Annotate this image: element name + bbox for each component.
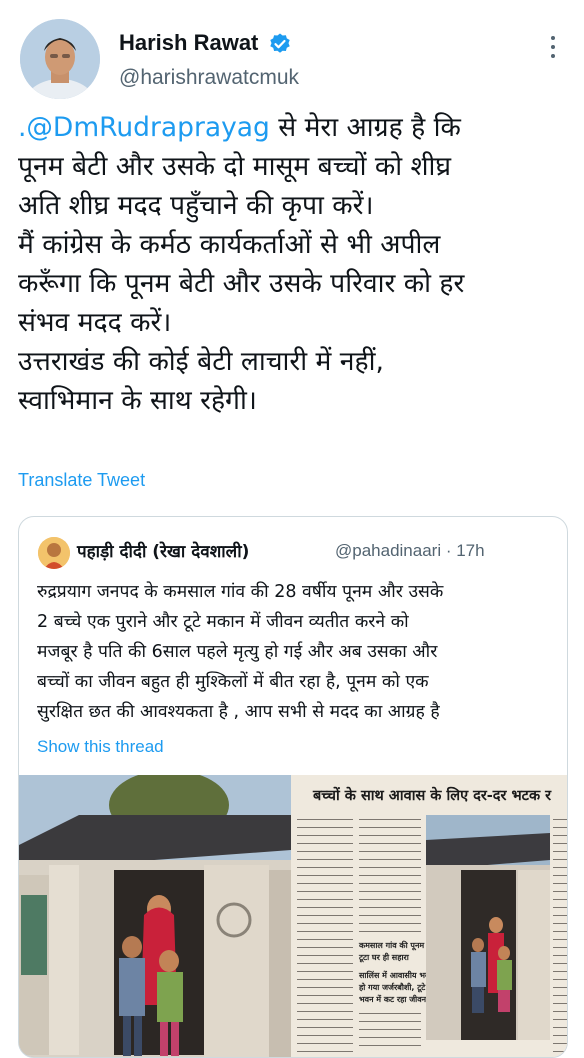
quoted-author-avatar[interactable] — [38, 537, 70, 569]
newspaper-subhead: सालिंस में आवासीय भवन — [359, 971, 434, 980]
author-name[interactable]: Harish Rawat — [119, 30, 258, 56]
newspaper-column — [553, 815, 567, 1053]
quoted-tweet[interactable]: पहाड़ी दीदी (रेखा देवशाली) @pahadinaari … — [18, 516, 568, 1058]
house-photo[interactable] — [19, 775, 291, 1057]
tweet-line: करूँगा कि पूनम बेटी और उसके परिवार को हर — [18, 268, 465, 299]
tweet-line-text: से मेरा आग्रह है कि — [269, 112, 461, 143]
translate-tweet-link[interactable]: Translate Tweet — [18, 470, 145, 491]
verified-badge-icon — [268, 32, 292, 56]
newspaper-photo — [426, 815, 550, 1040]
newspaper-column — [359, 1009, 421, 1053]
mention-link[interactable]: .@DmRudraprayag — [18, 112, 270, 143]
newspaper-subhead: टूटा घर ही सहारा — [359, 953, 409, 962]
tweet-line: अति शीघ्र मदद पहुँचाने की कृपा करें। — [18, 190, 374, 221]
quoted-line: मजबूर है पति की 6साल पहले मृत्यु हो गई औ… — [37, 642, 438, 662]
newspaper-clipping[interactable]: बच्चों के साथ आवास के लिए दर-दर भटक र कम… — [291, 775, 567, 1057]
newspaper-subhead: भवन में कट रहा जीवन — [359, 995, 427, 1004]
quoted-line: रुद्रप्रयाग जनपद के कमसाल गांव की 28 वर्… — [37, 582, 444, 602]
author-avatar[interactable] — [20, 19, 100, 99]
show-thread-link[interactable]: Show this thread — [37, 737, 164, 757]
tweet-line: .@DmRudraprayag से मेरा आग्रह है कि — [18, 108, 574, 147]
newspaper-column — [359, 815, 421, 935]
tweet-body: .@DmRudraprayag से मेरा आग्रह है कि पूनम… — [18, 108, 574, 420]
tweet-line: उत्तराखंड की कोई बेटी लाचारी में नहीं, — [18, 346, 384, 377]
tweet-line: संभव मदद करें। — [18, 307, 172, 338]
newspaper-subhead: कमसाल गांव की पूनम का — [359, 941, 436, 950]
newspaper-column — [297, 815, 353, 1053]
tweet-header: Harish Rawat @harishrawatcmuk — [0, 0, 584, 118]
more-options-icon[interactable] — [546, 36, 560, 62]
quoted-line: बच्चों का जीवन बहुत ही मुश्किलों में बीत… — [37, 672, 429, 692]
quoted-author-handle[interactable]: @pahadinaari · 17h — [335, 541, 485, 561]
quoted-line: सुरक्षित छत की आवश्यकता है , आप सभी से म… — [37, 702, 440, 722]
tweet-line: मैं कांग्रेस के कर्मठ कार्यकर्ताओं से भी… — [18, 229, 441, 260]
newspaper-subhead: हो गया जर्जरबौशी, टूटे — [359, 983, 426, 992]
author-handle[interactable]: @harishrawatcmuk — [119, 66, 299, 90]
quoted-tweet-body: रुद्रप्रयाग जनपद के कमसाल गांव की 28 वर्… — [37, 577, 559, 727]
tweet-line: पूनम बेटी और उसके दो मासूम बच्चों को शीघ… — [18, 151, 452, 182]
tweet-line: स्वाभिमान के साथ रहेगी। — [18, 385, 257, 416]
quoted-author-name[interactable]: पहाड़ी दीदी (रेखा देवशाली) — [77, 539, 249, 562]
quoted-line: 2 बच्चे एक पुराने और टूटे मकान में जीवन … — [37, 612, 409, 632]
quoted-media[interactable]: बच्चों के साथ आवास के लिए दर-दर भटक र कम… — [19, 775, 567, 1057]
newspaper-headline: बच्चों के साथ आवास के लिए दर-दर भटक र — [313, 788, 552, 804]
